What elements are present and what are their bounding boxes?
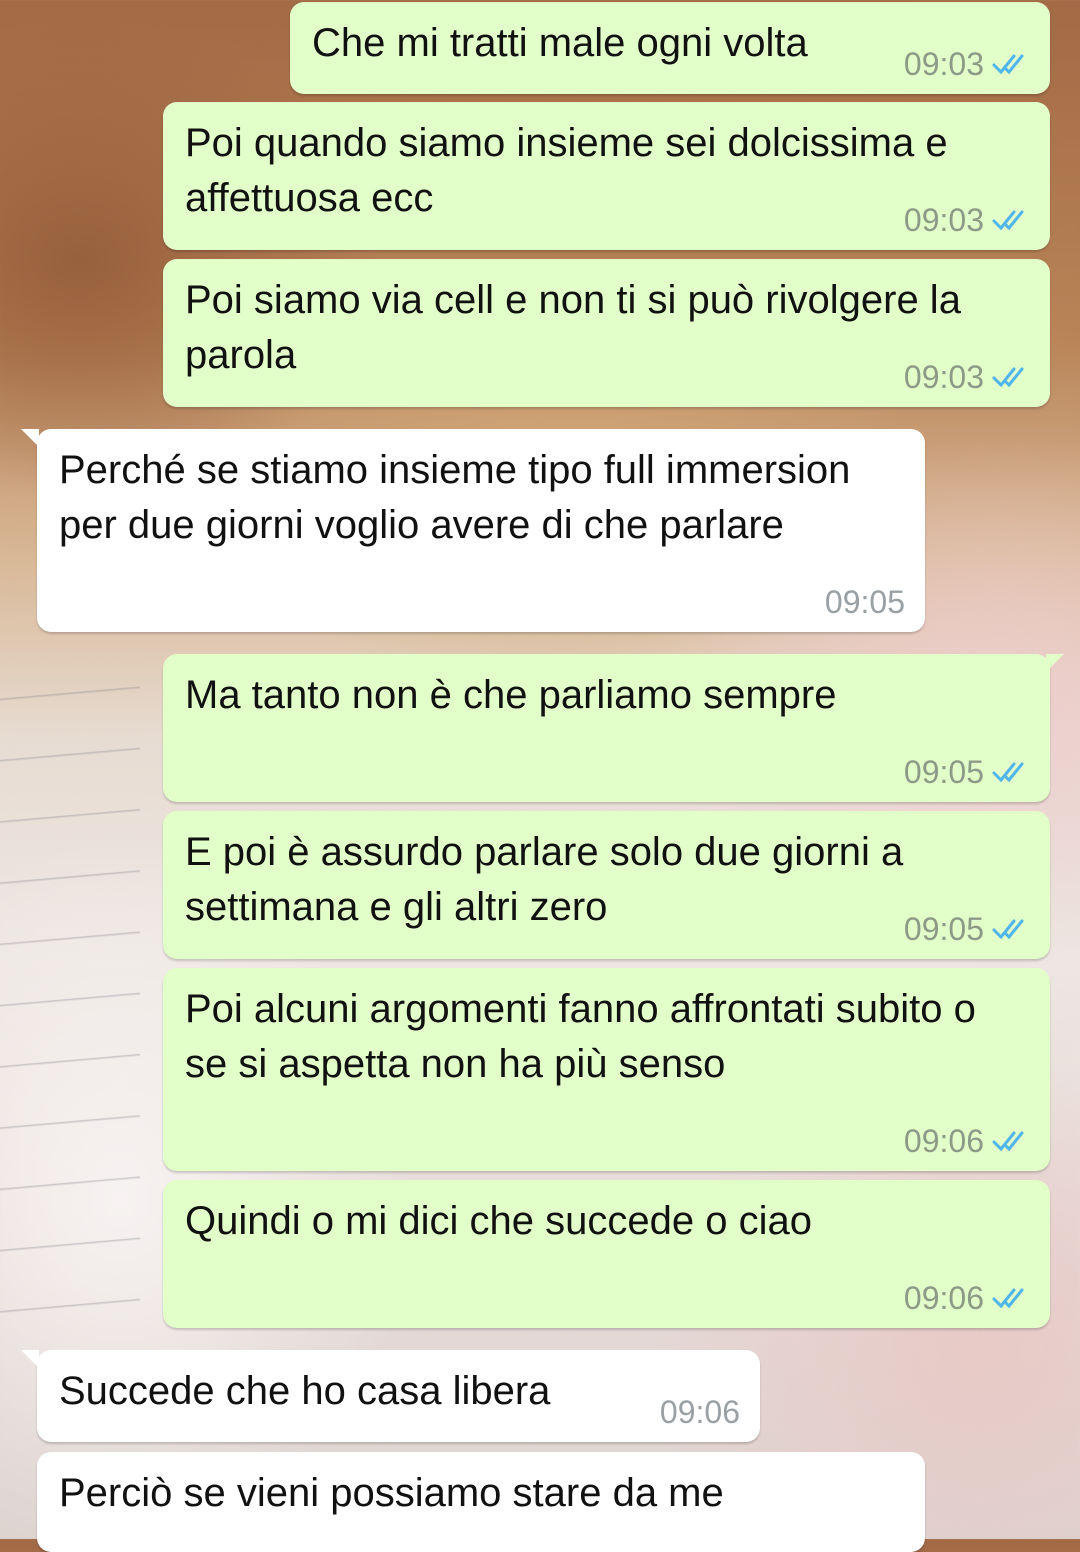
message-time: 09:06	[659, 1394, 740, 1430]
outgoing-message[interactable]: Ma tanto non è che parliamo sempre 09:05	[163, 654, 1064, 802]
message-text: E poi è assurdo parlare solo due giorni …	[185, 830, 915, 929]
message-meta: 09:05	[904, 754, 1030, 790]
message-time: 09:03	[903, 202, 984, 238]
message-time: 09:03	[903, 359, 984, 395]
incoming-message[interactable]: Perciò se vieni possiamo stare da me	[37, 1452, 925, 1552]
outgoing-message[interactable]: Poi siamo via cell e non ti si può rivol…	[163, 259, 1050, 407]
message-text: Quindi o mi dici che succede o ciao	[185, 1199, 812, 1243]
double-check-read-icon	[992, 210, 1024, 231]
message-meta: 09:05	[825, 584, 905, 620]
message-time: 09:03	[903, 46, 984, 82]
double-check-read-icon	[992, 1131, 1024, 1152]
message-text: Perché se stiamo insieme tipo full immer…	[59, 448, 862, 547]
message-time: 09:06	[903, 1280, 984, 1316]
incoming-message[interactable]: Perché se stiamo insieme tipo full immer…	[21, 429, 925, 632]
incoming-message[interactable]: Succede che ho casa libera 09:06	[21, 1350, 760, 1442]
double-check-read-icon	[992, 1288, 1024, 1309]
message-meta: 09:03	[904, 46, 1030, 82]
message-time: 09:05	[903, 911, 984, 947]
message-text: Perciò se vieni possiamo stare da me	[59, 1471, 724, 1515]
message-meta: 09:03	[904, 359, 1030, 395]
double-check-read-icon	[992, 54, 1024, 75]
message-meta: 09:03	[904, 202, 1030, 238]
message-text: Ma tanto non è che parliamo sempre	[185, 673, 837, 717]
chat-thread[interactable]: Che mi tratti male ogni volta 09:03 Poi …	[0, 0, 1080, 1552]
message-time: 09:05	[903, 754, 984, 790]
message-time: 09:05	[824, 584, 905, 620]
message-meta: 09:06	[904, 1280, 1030, 1316]
message-text: Poi quando siamo insieme sei dolcissima …	[185, 121, 959, 220]
outgoing-message[interactable]: Che mi tratti male ogni volta 09:03	[290, 2, 1050, 94]
message-meta: 09:06	[660, 1394, 740, 1430]
message-text: Poi siamo via cell e non ti si può rivol…	[185, 278, 973, 377]
outgoing-message[interactable]: Poi quando siamo insieme sei dolcissima …	[163, 102, 1050, 250]
double-check-read-icon	[992, 367, 1024, 388]
message-time: 09:06	[903, 1123, 984, 1159]
outgoing-message[interactable]: E poi è assurdo parlare solo due giorni …	[163, 811, 1050, 959]
message-text: Che mi tratti male ogni volta	[312, 21, 808, 65]
double-check-read-icon	[992, 762, 1024, 783]
message-meta: 09:05	[904, 911, 1030, 947]
outgoing-message[interactable]: Quindi o mi dici che succede o ciao 09:0…	[163, 1180, 1050, 1328]
message-text: Poi alcuni argomenti fanno affrontati su…	[185, 987, 988, 1086]
message-meta: 09:06	[904, 1123, 1030, 1159]
double-check-read-icon	[992, 919, 1024, 940]
outgoing-message[interactable]: Poi alcuni argomenti fanno affrontati su…	[163, 968, 1050, 1171]
message-text: Succede che ho casa libera	[59, 1369, 551, 1413]
